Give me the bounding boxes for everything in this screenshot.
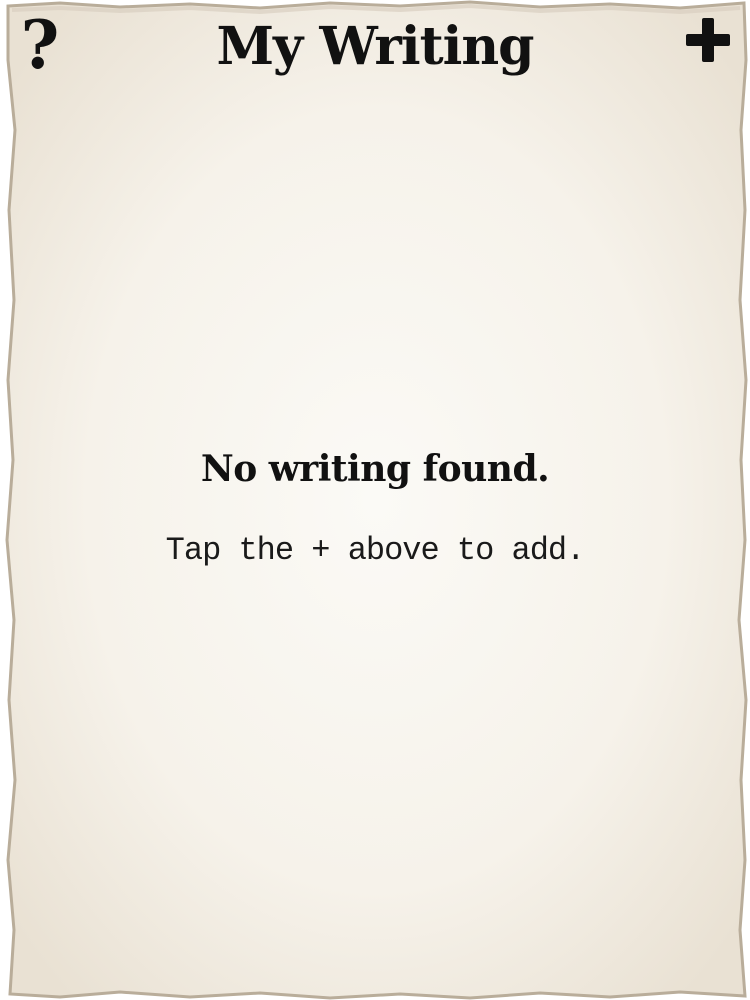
empty-state-hint: Tap the + above to add. <box>165 532 586 569</box>
page-title: My Writing <box>216 16 534 77</box>
help-button[interactable]: ? <box>12 6 68 84</box>
question-mark-icon: ? <box>20 6 60 84</box>
empty-state-heading: No writing found. <box>200 448 550 490</box>
paper-background <box>5 0 748 1000</box>
torn-paper-sheet <box>5 0 748 1000</box>
add-writing-button[interactable] <box>680 12 736 68</box>
plus-icon-vertical-bar <box>702 18 714 62</box>
screen: ? My Writing No writing found. Tap the +… <box>0 0 750 1000</box>
